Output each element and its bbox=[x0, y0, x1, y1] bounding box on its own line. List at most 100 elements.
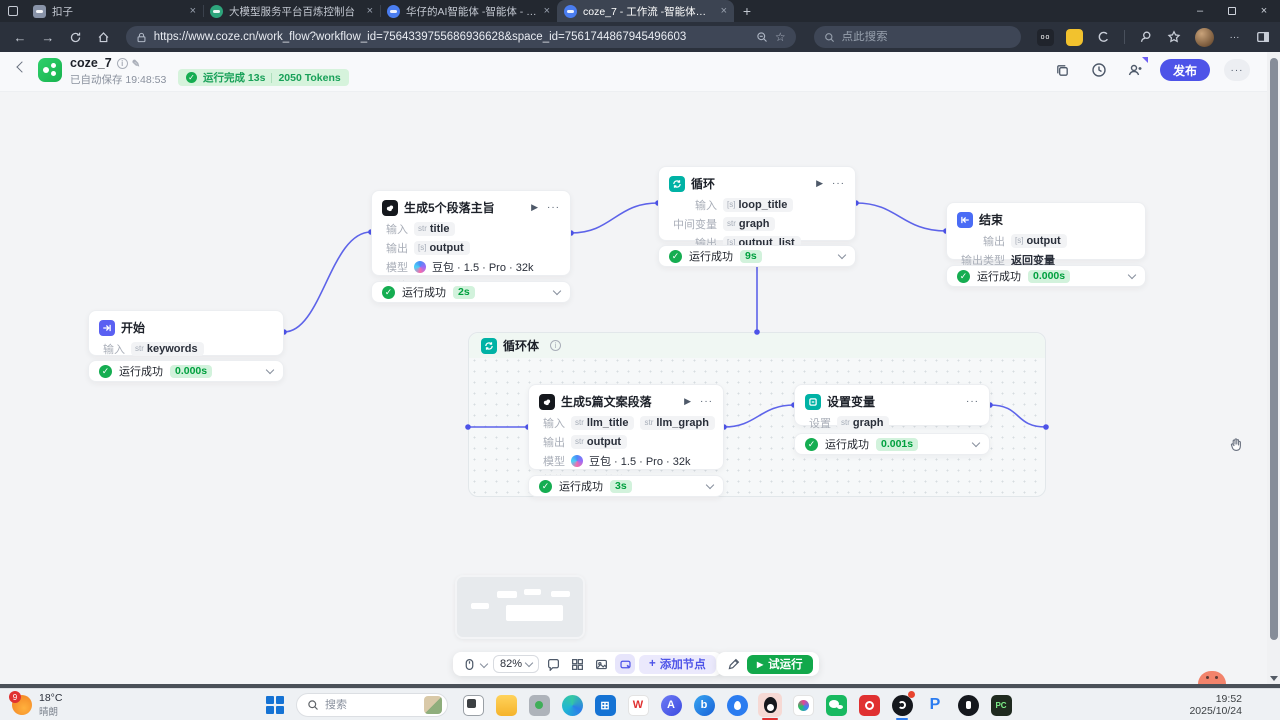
obs-icon[interactable] bbox=[890, 693, 914, 717]
wps-office-icon[interactable]: W bbox=[626, 693, 650, 717]
taskbar-search-input[interactable] bbox=[325, 699, 413, 711]
mascot-easter-egg[interactable] bbox=[1198, 671, 1226, 684]
taskbar-search-box[interactable] bbox=[296, 693, 448, 717]
run-node-icon[interactable]: ▶ bbox=[816, 178, 823, 189]
node-gen-outline[interactable]: 生成5个段落主旨 ▶··· 输入 strtitle 输出 [s]output 模… bbox=[371, 190, 571, 276]
task-view-icon[interactable] bbox=[461, 693, 485, 717]
p-app-icon[interactable]: P bbox=[923, 693, 947, 717]
tab-search-icon[interactable] bbox=[0, 0, 26, 22]
tab-coze7-workflow[interactable]: coze_7 - 工作流 -智能体平台 × bbox=[557, 0, 734, 22]
comment-icon[interactable] bbox=[543, 654, 563, 674]
file-explorer-icon[interactable] bbox=[494, 693, 518, 717]
node-gen-paragraphs[interactable]: 生成5篇文案段落 ▶··· 输入 strllm_title strllm_gra… bbox=[528, 384, 724, 470]
url-text[interactable]: https://www.coze.cn/work_flow?workflow_i… bbox=[154, 31, 749, 43]
node-more-icon[interactable]: ··· bbox=[700, 396, 713, 407]
node-start-status[interactable]: ✓ 运行成功 0.000s bbox=[88, 360, 284, 382]
publish-button[interactable]: 发布 bbox=[1160, 59, 1210, 81]
edit-title-icon[interactable]: ✎ bbox=[132, 59, 140, 70]
cloud-drive-icon[interactable] bbox=[725, 693, 749, 717]
node-end[interactable]: 结束 输出 [s]output 输出类型 返回变量 bbox=[946, 202, 1146, 260]
collaborators-icon[interactable] bbox=[1124, 59, 1146, 81]
chevron-down-icon[interactable] bbox=[706, 480, 714, 488]
collections-star-icon[interactable] bbox=[1166, 29, 1183, 46]
home-button[interactable] bbox=[92, 25, 116, 49]
adblock-extension-icon[interactable]: oo bbox=[1037, 29, 1054, 46]
chevron-down-icon[interactable] bbox=[553, 286, 561, 294]
scrollbar-down-arrow[interactable] bbox=[1270, 676, 1278, 681]
ring-extension-icon[interactable] bbox=[1095, 29, 1112, 46]
red-media-app-icon[interactable] bbox=[857, 693, 881, 717]
node-loop[interactable]: 循环 ▶··· 输入 [s]loop_title 中间变量 strgraph 输… bbox=[658, 166, 856, 241]
start-button[interactable] bbox=[266, 696, 284, 714]
favorite-star-icon[interactable]: ☆ bbox=[775, 30, 786, 44]
search-highlight-thumbnail[interactable] bbox=[424, 696, 442, 714]
bing-icon[interactable]: b bbox=[692, 693, 716, 717]
pointer-mode-icon[interactable] bbox=[459, 654, 479, 674]
add-node-button[interactable]: + 添加节点 bbox=[639, 655, 716, 674]
snapshot-icon[interactable] bbox=[591, 654, 611, 674]
close-button[interactable]: × bbox=[1248, 0, 1280, 22]
node-more-icon[interactable]: ··· bbox=[966, 396, 979, 407]
node-more-icon[interactable]: ··· bbox=[547, 202, 560, 213]
microsoft-store-icon[interactable]: ⊞ bbox=[593, 693, 617, 717]
url-field[interactable]: https://www.coze.cn/work_flow?workflow_i… bbox=[126, 26, 796, 48]
quark-browser-icon[interactable]: A bbox=[659, 693, 683, 717]
zoom-select[interactable]: 82% bbox=[493, 655, 539, 673]
edge-icon[interactable] bbox=[560, 693, 584, 717]
tab-close-icon[interactable]: × bbox=[721, 5, 727, 17]
tab-close-icon[interactable]: × bbox=[367, 5, 373, 17]
tab-kouzi[interactable]: 扣子 × bbox=[26, 0, 203, 22]
zoom-indicator-icon[interactable] bbox=[756, 31, 768, 43]
node-set-variable[interactable]: 设置变量 ··· 设置 strgraph bbox=[794, 384, 990, 426]
info-icon[interactable]: i bbox=[117, 58, 128, 69]
minimap[interactable] bbox=[455, 575, 585, 639]
node-more-icon[interactable]: ··· bbox=[832, 178, 845, 189]
node-start[interactable]: 开始 输入 strkeywords bbox=[88, 310, 284, 356]
run-complete-badge[interactable]: ✓ 运行完成 13s 2050 Tokens bbox=[178, 69, 349, 86]
chevron-down-icon[interactable] bbox=[1128, 270, 1136, 278]
duplicate-icon[interactable] bbox=[1052, 59, 1074, 81]
chevron-down-icon[interactable] bbox=[480, 660, 488, 668]
chevron-down-icon[interactable] bbox=[266, 365, 274, 373]
tab-bailian-console[interactable]: 大模型服务平台百炼控制台 × bbox=[203, 0, 380, 22]
node-set-variable-status[interactable]: ✓ 运行成功 0.001s bbox=[794, 433, 990, 455]
node-end-status[interactable]: ✓ 运行成功 0.000s bbox=[946, 265, 1146, 287]
run-node-icon[interactable]: ▶ bbox=[531, 202, 538, 213]
page-scrollbar[interactable] bbox=[1267, 52, 1280, 684]
optimize-pen-icon[interactable] bbox=[723, 654, 743, 674]
sidebar-toggle-icon[interactable] bbox=[1255, 29, 1272, 46]
search-input[interactable] bbox=[842, 31, 972, 43]
taskbar-clock[interactable]: 19:52 2025/10/24 bbox=[1189, 693, 1242, 717]
minimize-button[interactable]: – bbox=[1184, 0, 1216, 22]
tab-close-icon[interactable]: × bbox=[190, 5, 196, 17]
forward-button[interactable]: → bbox=[36, 25, 60, 49]
chevron-down-icon[interactable] bbox=[838, 250, 846, 258]
pc-manager-icon[interactable]: PC bbox=[989, 693, 1013, 717]
scrollbar-thumb[interactable] bbox=[1270, 58, 1278, 640]
header-more-button[interactable]: ··· bbox=[1224, 59, 1250, 81]
taskbar-weather-widget[interactable]: 9 18°C 晴朗 bbox=[12, 692, 62, 718]
auto-layout-icon[interactable] bbox=[567, 654, 587, 674]
wechat-icon[interactable] bbox=[824, 693, 848, 717]
frame-select-icon[interactable] bbox=[615, 654, 635, 674]
node-loop-status[interactable]: ✓ 运行成功 9s bbox=[658, 245, 856, 267]
tencent-docs-icon[interactable] bbox=[791, 693, 815, 717]
qq-icon[interactable] bbox=[758, 693, 782, 717]
yellow-extension-icon[interactable] bbox=[1066, 29, 1083, 46]
extensions-puzzle-icon[interactable] bbox=[1137, 29, 1154, 46]
restore-button[interactable] bbox=[1216, 0, 1248, 22]
run-node-icon[interactable]: ▶ bbox=[684, 396, 691, 407]
tab-close-icon[interactable]: × bbox=[544, 5, 550, 17]
node-gen-outline-status[interactable]: ✓ 运行成功 2s bbox=[371, 281, 571, 303]
chevron-down-icon[interactable] bbox=[972, 438, 980, 446]
tab-ai-agent[interactable]: 华仔的AI智能体 -智能体 - 扣子 × bbox=[380, 0, 557, 22]
back-button[interactable]: ← bbox=[8, 25, 32, 49]
new-tab-button[interactable]: + bbox=[734, 3, 760, 19]
history-icon[interactable] bbox=[1088, 59, 1110, 81]
node-gen-paragraphs-status[interactable]: ✓ 运行成功 3s bbox=[528, 475, 724, 497]
test-run-button[interactable]: ▶ 试运行 bbox=[747, 655, 813, 674]
dark-circle-app-icon[interactable] bbox=[956, 693, 980, 717]
device-manager-icon[interactable] bbox=[527, 693, 551, 717]
browser-menu-icon[interactable]: ··· bbox=[1226, 29, 1243, 46]
toolbar-search-box[interactable] bbox=[814, 26, 1021, 48]
